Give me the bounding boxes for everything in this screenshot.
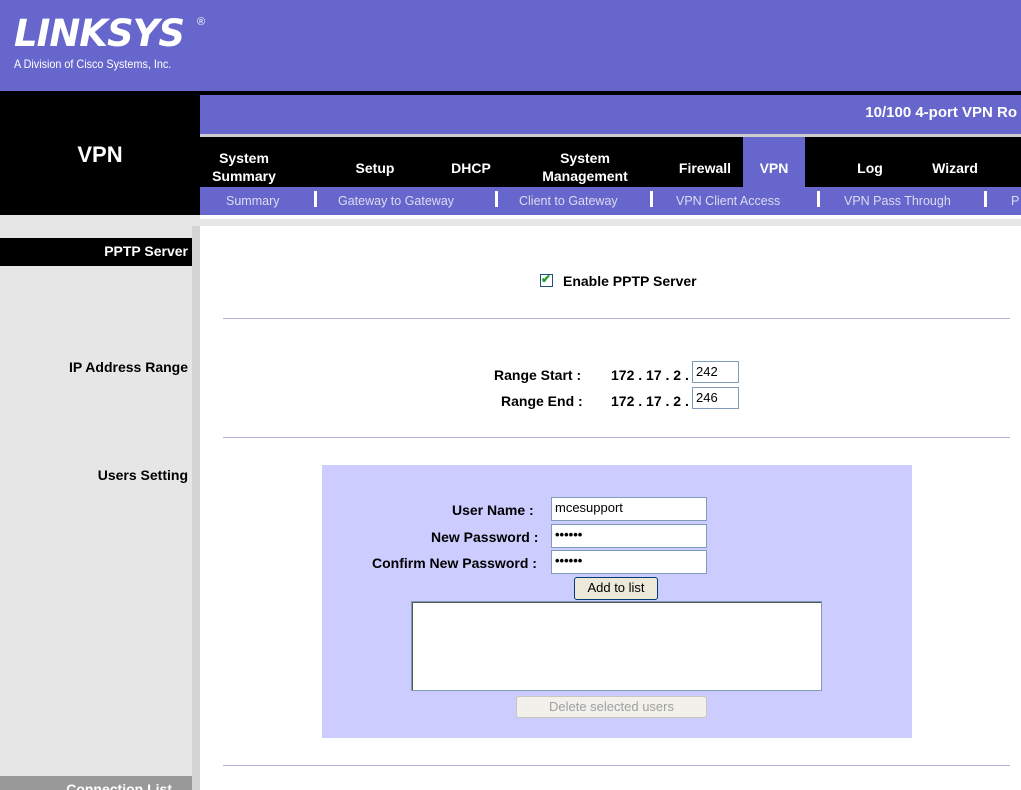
- new-password-input[interactable]: ••••••: [551, 524, 707, 548]
- tab-dhcp[interactable]: DHCP: [448, 159, 494, 177]
- subnav-vpn-client-access[interactable]: VPN Client Access: [676, 194, 780, 208]
- sidebar-ip-address-range: IP Address Range: [68, 359, 188, 375]
- users-list[interactable]: [411, 601, 822, 691]
- username-label: User Name :: [452, 502, 534, 518]
- divider: [223, 765, 1010, 766]
- range-start-label: Range Start :: [494, 367, 582, 383]
- subnav-separator: [650, 191, 653, 207]
- subnav-separator: [984, 191, 987, 207]
- checkmark-icon: ✔: [541, 272, 552, 286]
- divider: [200, 134, 1021, 137]
- tab-setup[interactable]: Setup: [350, 159, 400, 177]
- subnav-separator: [314, 191, 317, 207]
- sidebar-connection-list: Connection List: [66, 781, 172, 790]
- tab-system-summary[interactable]: System Summary: [209, 149, 279, 185]
- subnav-gateway-to-gateway[interactable]: Gateway to Gateway: [338, 194, 454, 208]
- enable-pptp-label: Enable PPTP Server: [563, 273, 697, 289]
- registered-mark: ®: [197, 16, 206, 28]
- subnav-client-to-gateway[interactable]: Client to Gateway: [519, 194, 618, 208]
- username-input[interactable]: mcesupport: [551, 497, 707, 521]
- tab-line: Summary: [212, 168, 276, 184]
- subnav-separator: [817, 191, 820, 207]
- tab-vpn[interactable]: VPN: [752, 159, 796, 177]
- linksys-logo: LINKSYS: [14, 12, 185, 55]
- subnav-separator: [495, 191, 498, 207]
- confirm-password-input[interactable]: ••••••: [551, 550, 707, 574]
- sidebar: [0, 215, 200, 790]
- product-name: 10/100 4-port VPN Ro: [865, 104, 1017, 121]
- tab-wizard[interactable]: Wizard: [924, 159, 986, 177]
- sidebar-users-setting: Users Setting: [97, 467, 188, 483]
- delete-selected-users-button[interactable]: Delete selected users: [516, 696, 707, 718]
- sidebar-pptp-server: PPTP Server: [104, 243, 188, 259]
- divider: [223, 437, 1010, 438]
- section-title: VPN: [77, 142, 123, 167]
- range-start-prefix: 172 . 17 . 2 .: [611, 367, 689, 383]
- divider: [223, 318, 1010, 319]
- sidebar-connection-list-bg: Connection List: [0, 776, 192, 790]
- tab-log[interactable]: Log: [853, 159, 887, 177]
- add-to-list-button[interactable]: Add to list: [574, 577, 658, 600]
- range-start-input[interactable]: 242: [692, 361, 739, 383]
- range-end-label: Range End :: [501, 393, 583, 409]
- tab-system-management[interactable]: System Management: [530, 149, 640, 185]
- subnav-vpn-pass-through[interactable]: VPN Pass Through: [844, 194, 951, 208]
- new-password-label: New Password :: [431, 529, 539, 545]
- range-end-prefix: 172 . 17 . 2 .: [611, 393, 689, 409]
- tab-line: System: [219, 150, 269, 166]
- subnav-more[interactable]: P: [1011, 194, 1019, 208]
- range-end-input[interactable]: 246: [692, 387, 739, 409]
- content-top-strip: [200, 219, 1021, 226]
- confirm-password-label: Confirm New Password :: [372, 555, 537, 571]
- sidebar-edge: [192, 226, 200, 790]
- logo-tagline: A Division of Cisco Systems, Inc.: [14, 57, 172, 71]
- tab-line: System: [560, 150, 610, 166]
- subnav-summary[interactable]: Summary: [226, 194, 279, 208]
- tab-line: Management: [542, 168, 628, 184]
- tab-firewall[interactable]: Firewall: [672, 159, 738, 177]
